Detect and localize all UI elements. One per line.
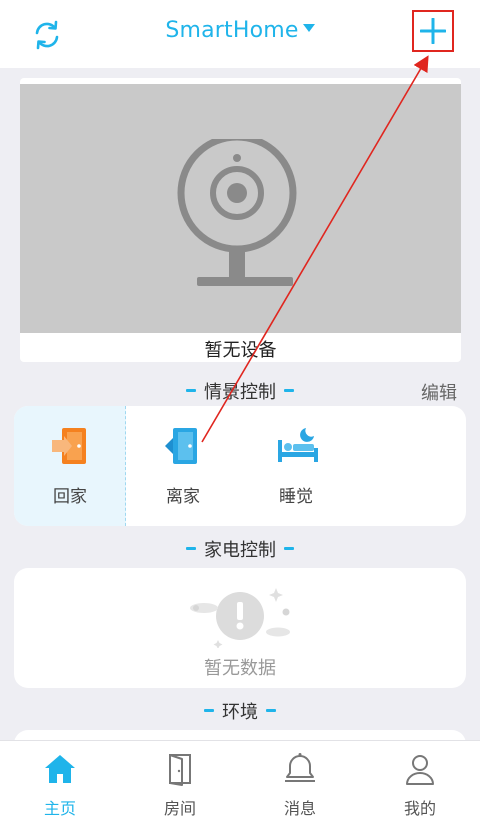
scene-item-sleep[interactable]: 睡觉 [240,406,352,526]
add-device-button[interactable] [412,10,454,52]
tab-label-messages: 消息 [283,799,316,818]
scene-card: 回家 离家 睡觉 [14,406,466,526]
tab-rooms[interactable]: 房间 [120,741,240,821]
dash-right [266,709,276,712]
no-device-label: 暂无设备 [204,340,277,361]
scene-section-title: 情景控制 [0,378,480,404]
home-icon [42,751,78,787]
edit-button[interactable]: 编辑 [421,379,457,405]
appliance-card: 暂无数据 [14,568,466,688]
environment-section-title: 环境 [0,698,480,724]
no-data-icon [190,588,290,648]
door-icon [162,751,198,787]
tab-messages[interactable]: 消息 [240,741,360,821]
dash-right [284,389,294,392]
dash-left [186,547,196,550]
camera-icon [177,139,297,286]
tab-profile[interactable]: 我的 [360,741,480,821]
tab-label-home: 主页 [43,799,76,818]
camera-placeholder [20,84,461,333]
bed-icon [276,426,318,466]
scene-item-home[interactable]: 回家 [14,406,126,526]
scene-label-sleep: 睡觉 [279,487,313,507]
bell-icon [282,751,318,787]
scene-item-away[interactable]: 离家 [127,406,239,526]
user-icon [402,751,438,787]
tab-home[interactable]: 主页 [0,741,120,821]
top-bar: SmartHome [0,0,480,68]
camera-card[interactable]: 暂无设备 [20,78,461,362]
caret-down-icon[interactable] [302,24,315,32]
home-selector[interactable]: SmartHome [0,18,480,43]
tab-label-profile: 我的 [403,799,436,818]
dash-left [204,709,214,712]
plus-icon [420,18,446,44]
page-title[interactable]: SmartHome [165,18,298,43]
dash-right [284,547,294,550]
scene-label-away: 离家 [166,487,200,507]
appliance-section-title: 家电控制 [0,536,480,562]
bottom-tab-bar: 主页 房间 消息 我的 [0,740,480,821]
dash-left [186,389,196,392]
scene-label-home: 回家 [53,487,87,507]
door-exit-icon [163,426,203,466]
door-enter-icon [50,426,90,466]
no-data-label: 暂无数据 [204,658,276,679]
tab-label-rooms: 房间 [163,799,196,818]
